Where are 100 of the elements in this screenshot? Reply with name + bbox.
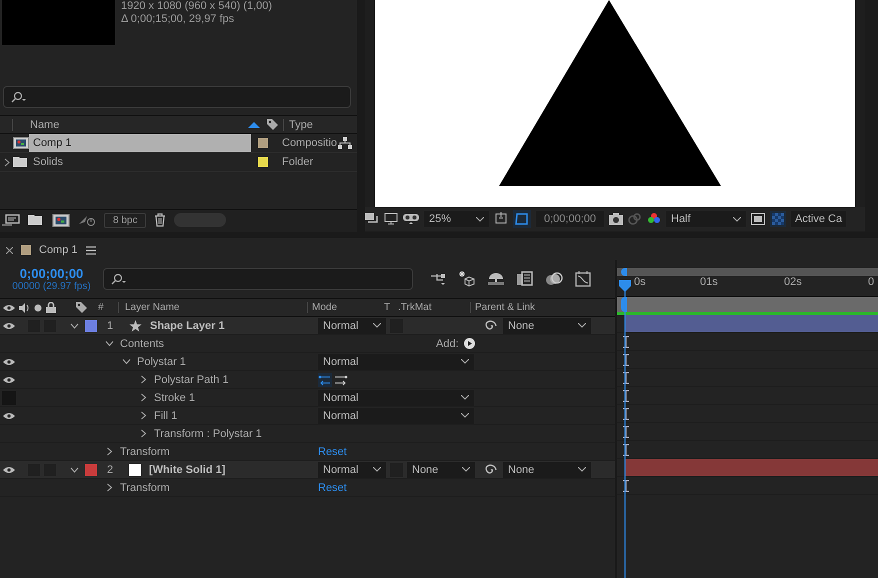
bit-depth-button[interactable]: 8 bpc [104,212,146,228]
trash-icon[interactable] [154,213,166,227]
blend-mode-dropdown[interactable]: Normal [318,408,474,424]
close-icon[interactable] [6,246,13,254]
region-of-interest-icon[interactable] [494,212,508,226]
vr-goggles-icon[interactable] [403,213,419,225]
item-type: Compositio [282,137,338,149]
stacked-frames-icon[interactable] [365,213,379,225]
column-header[interactable]: Parent & Link [470,302,595,313]
layer-name[interactable]: [White Solid 1] [149,464,226,476]
blend-mode-dropdown[interactable]: Normal [318,318,386,334]
draft-3d-icon[interactable] [459,271,475,287]
monitor-icon[interactable] [384,213,398,225]
property-name[interactable]: Polystar Path 1 [154,374,229,386]
playhead[interactable] [619,280,631,578]
resolution-dropdown[interactable]: Half [666,211,746,227]
motion-blur-icon[interactable] [545,271,563,287]
fast-previews-icon[interactable] [751,213,765,225]
blend-mode-dropdown[interactable]: Normal [318,390,474,406]
search-field[interactable] [103,268,413,290]
composition-tab[interactable]: Comp 1 [39,244,78,256]
eye-icon[interactable] [3,304,15,312]
search-field[interactable] [3,86,351,108]
hide-shy-layers-icon[interactable] [487,272,505,286]
caret-icon[interactable] [139,429,148,438]
eye-icon[interactable] [3,358,15,366]
caret-icon [733,216,741,222]
layer-name[interactable]: Shape Layer 1 [150,320,225,332]
property-name[interactable]: Transform [120,446,170,458]
reset-link[interactable]: Reset [318,446,347,458]
property-name[interactable]: Transform [120,482,170,494]
label-color-swatch[interactable] [258,157,268,167]
flowchart-icon[interactable] [338,137,352,149]
project-item[interactable]: Comp 1 Compositio [0,134,357,153]
eye-icon[interactable] [3,412,15,420]
property-name[interactable]: Contents [120,338,164,350]
blend-mode-dropdown[interactable]: Normal [318,462,386,478]
pick-whip-icon[interactable] [485,464,497,476]
blend-mode-dropdown[interactable]: Normal [318,354,474,370]
solo-icon[interactable] [34,304,42,312]
flowchart-icon[interactable] [431,272,447,286]
property-name[interactable]: Polystar 1 [137,356,186,368]
composition-icon[interactable] [52,214,70,226]
timecode-field[interactable]: 0;00;00;00 [536,211,604,227]
ruler-label: 0 [868,276,874,288]
caret-icon[interactable] [4,158,10,166]
active-camera-dropdown[interactable]: Active Ca [791,211,846,227]
column-header[interactable]: Layer Name [118,302,307,313]
reset-link[interactable]: Reset [318,482,347,494]
speaker-icon[interactable] [19,302,30,312]
graph-editor-icon[interactable] [575,271,591,287]
path-direction-icon[interactable] [318,372,348,386]
caret-icon[interactable] [139,411,148,420]
color-channels-icon[interactable] [647,212,661,226]
column-header[interactable]: Mode [307,302,384,313]
label-color-swatch[interactable] [258,138,268,148]
camera-icon[interactable] [609,213,623,225]
column-header[interactable]: Type [283,118,339,130]
navigator-handle[interactable] [621,268,627,276]
add-label: Add: [436,338,459,350]
layer-number: 1 [107,320,114,332]
preserve-transparency-toggle[interactable] [390,318,403,332]
add-menu-icon[interactable] [464,338,475,349]
eye-icon[interactable] [3,466,15,474]
magnification-dropdown[interactable]: 25% [424,211,489,227]
label-tag-icon[interactable] [266,118,279,131]
property-name[interactable]: Stroke 1 [154,392,195,404]
pick-whip-icon[interactable] [485,320,497,332]
frame-blending-icon[interactable] [517,271,533,287]
caret-icon[interactable] [139,375,148,384]
column-header[interactable]: T [384,302,398,313]
label-tag-icon[interactable] [75,301,88,314]
parent-dropdown[interactable]: None [503,462,591,478]
mask-path-icon[interactable] [513,210,531,228]
caret-icon[interactable] [105,447,114,456]
caret-icon[interactable] [139,393,148,402]
eye-icon[interactable] [3,376,15,384]
column-header[interactable]: Name [12,118,248,130]
eye-icon[interactable] [3,322,15,330]
column-header[interactable]: # [98,302,118,313]
property-name[interactable]: Transform : Polystar 1 [154,428,262,440]
interpret-footage-icon[interactable] [2,214,20,226]
sort-ascending-icon[interactable] [248,122,260,128]
caret-icon[interactable] [105,339,114,348]
project-item[interactable]: Solids Folder [0,153,357,172]
caret-icon[interactable] [70,322,79,328]
folder-icon[interactable] [28,214,44,226]
menu-icon[interactable] [86,246,96,254]
property-name[interactable]: Fill 1 [154,410,178,422]
column-header[interactable]: .TrkMat [398,302,470,313]
label-color-swatch[interactable] [85,464,97,476]
current-time[interactable]: 0;00;00;00 [20,266,84,281]
caret-icon[interactable] [105,483,114,492]
caret-icon[interactable] [122,357,131,366]
label-color-swatch[interactable] [85,320,97,332]
parent-dropdown[interactable]: None [503,318,591,334]
caret-icon[interactable] [70,466,79,472]
track-matte-dropdown[interactable]: None [407,462,475,478]
time-ruler[interactable]: 0s 01s 02s 0 [617,276,878,297]
lock-icon[interactable] [46,302,56,313]
